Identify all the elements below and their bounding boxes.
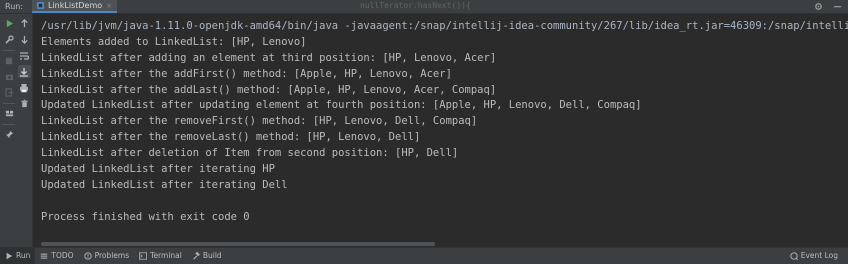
arrow-down-icon[interactable] [18, 33, 31, 46]
event-log-icon [790, 252, 798, 260]
scroll-to-end-icon[interactable] [17, 65, 31, 78]
console-lines: /usr/lib/jvm/java-1.11.0-openjdk-amd64/b… [41, 19, 848, 226]
console-line: Updated LinkedList after updating elemen… [41, 99, 642, 112]
event-log-label: Event Log [800, 251, 838, 260]
tab-run-label: Run [16, 251, 31, 260]
run-window-title: Run: [5, 2, 24, 11]
tab-linklistdemo[interactable]: LinkListDemo × [32, 0, 118, 13]
toolbar-divider [3, 50, 15, 51]
hammer-icon [193, 252, 200, 260]
soft-wrap-icon[interactable] [18, 49, 31, 62]
tool-window-tabs: Run TODO Problems Terminal Build [0, 248, 227, 264]
toolbar-divider [3, 124, 15, 125]
tab-terminal-label: Terminal [150, 251, 182, 260]
run-tool-window-header: Run: LinkListDemo × nullTerator.hasNext(… [0, 0, 848, 14]
tab-build-label: Build [202, 251, 222, 260]
minimize-icon[interactable] [833, 2, 842, 11]
tab-build[interactable]: Build [187, 248, 227, 264]
tab-problems-label: Problems [94, 251, 130, 260]
console-line: Elements added to LinkedList: [HP, Lenov… [41, 35, 307, 48]
console-line: LinkedList after the addFirst() method: … [41, 67, 452, 80]
terminal-icon [139, 252, 148, 260]
console-line: LinkedList after the removeFirst() metho… [41, 115, 478, 128]
header-actions [814, 2, 842, 11]
console-line: LinkedList after deletion of Item from s… [41, 147, 459, 160]
console-line: LinkedList after the addLast() method: [… [41, 83, 497, 96]
stop-icon[interactable] [3, 54, 16, 67]
run-toolbar [0, 14, 33, 247]
run-icon[interactable] [3, 17, 16, 30]
console-line: Updated LinkedList after iterating HP [41, 163, 275, 176]
editor-ghost-text: nullTerator.hasNext()){ [360, 1, 471, 10]
print-icon[interactable] [18, 81, 31, 94]
arrow-up-icon[interactable] [18, 17, 31, 30]
tab-run[interactable]: Run [0, 248, 36, 264]
event-log-button[interactable]: Event Log [790, 251, 838, 261]
pin-icon[interactable] [3, 128, 16, 141]
trash-icon[interactable] [18, 97, 31, 110]
wrench-icon[interactable] [3, 33, 16, 46]
tab-todo[interactable]: TODO [35, 248, 78, 264]
toolbar-column-2 [16, 14, 32, 110]
console-command-line: /usr/lib/jvm/java-1.11.0-openjdk-amd64/b… [41, 20, 848, 32]
run-config-icon [37, 2, 44, 9]
console-line: Updated LinkedList after iterating Dell [41, 178, 288, 191]
tab-terminal[interactable]: Terminal [134, 248, 187, 264]
list-icon [41, 253, 48, 259]
tab-todo-label: TODO [51, 251, 74, 260]
exit-icon[interactable] [3, 86, 16, 99]
problems-icon [83, 252, 92, 260]
toolbar-column-1 [1, 14, 17, 141]
console-line: LinkedList after adding an element at th… [41, 51, 497, 64]
tab-label: LinkListDemo [48, 0, 103, 10]
run-tool-window: Run: LinkListDemo × nullTerator.hasNext(… [0, 0, 848, 264]
close-icon[interactable]: × [106, 1, 112, 11]
camera-icon[interactable] [3, 70, 16, 83]
gear-icon[interactable] [814, 2, 823, 11]
console-blank-line [41, 194, 848, 210]
layout-icon[interactable] [3, 107, 16, 120]
toolbar-divider [3, 103, 15, 104]
horizontal-scrollbar[interactable] [41, 242, 435, 246]
tab-problems[interactable]: Problems [79, 248, 135, 264]
console-exit-line: Process finished with exit code 0 [41, 210, 250, 223]
run-icon [6, 252, 13, 260]
console-output[interactable]: /usr/lib/jvm/java-1.11.0-openjdk-amd64/b… [34, 14, 848, 247]
bottom-tool-bar: Run TODO Problems Terminal Build Event L… [0, 247, 848, 264]
console-line: LinkedList after the removeLast() method… [41, 131, 421, 144]
